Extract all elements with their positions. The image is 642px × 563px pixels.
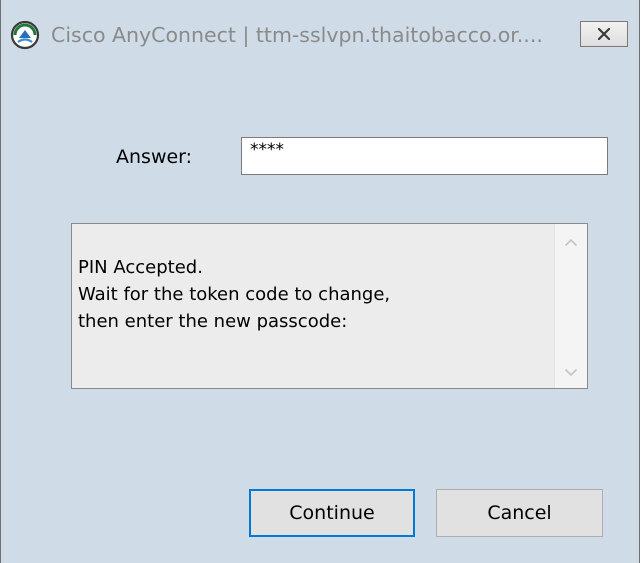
message-line: Wait for the token code to change, (78, 284, 391, 305)
scroll-up-button[interactable] (555, 224, 587, 258)
anyconnect-dialog: Cisco AnyConnect | ttm-sslvpn.thaitobacc… (0, 0, 640, 563)
title-bar: Cisco AnyConnect | ttm-sslvpn.thaitobacc… (1, 0, 639, 66)
cisco-anyconnect-icon (10, 20, 40, 50)
window-title: Cisco AnyConnect | ttm-sslvpn.thaitobacc… (51, 23, 543, 47)
message-line: PIN Accepted. (78, 257, 203, 278)
cancel-button[interactable]: Cancel (436, 489, 603, 537)
message-textarea[interactable]: PIN Accepted. Wait for the token code to… (71, 223, 588, 389)
message-line: then enter the new passcode: (78, 311, 348, 332)
vertical-scrollbar[interactable] (554, 224, 587, 388)
message-text: PIN Accepted. Wait for the token code to… (78, 254, 390, 335)
answer-input[interactable]: **** (241, 137, 608, 175)
scroll-down-button[interactable] (555, 354, 587, 388)
close-button[interactable] (580, 21, 628, 47)
continue-button[interactable]: Continue (249, 489, 415, 537)
chevron-down-icon (564, 362, 578, 381)
close-icon (597, 25, 611, 44)
chevron-up-icon (564, 232, 578, 251)
answer-label: Answer: (116, 146, 193, 168)
